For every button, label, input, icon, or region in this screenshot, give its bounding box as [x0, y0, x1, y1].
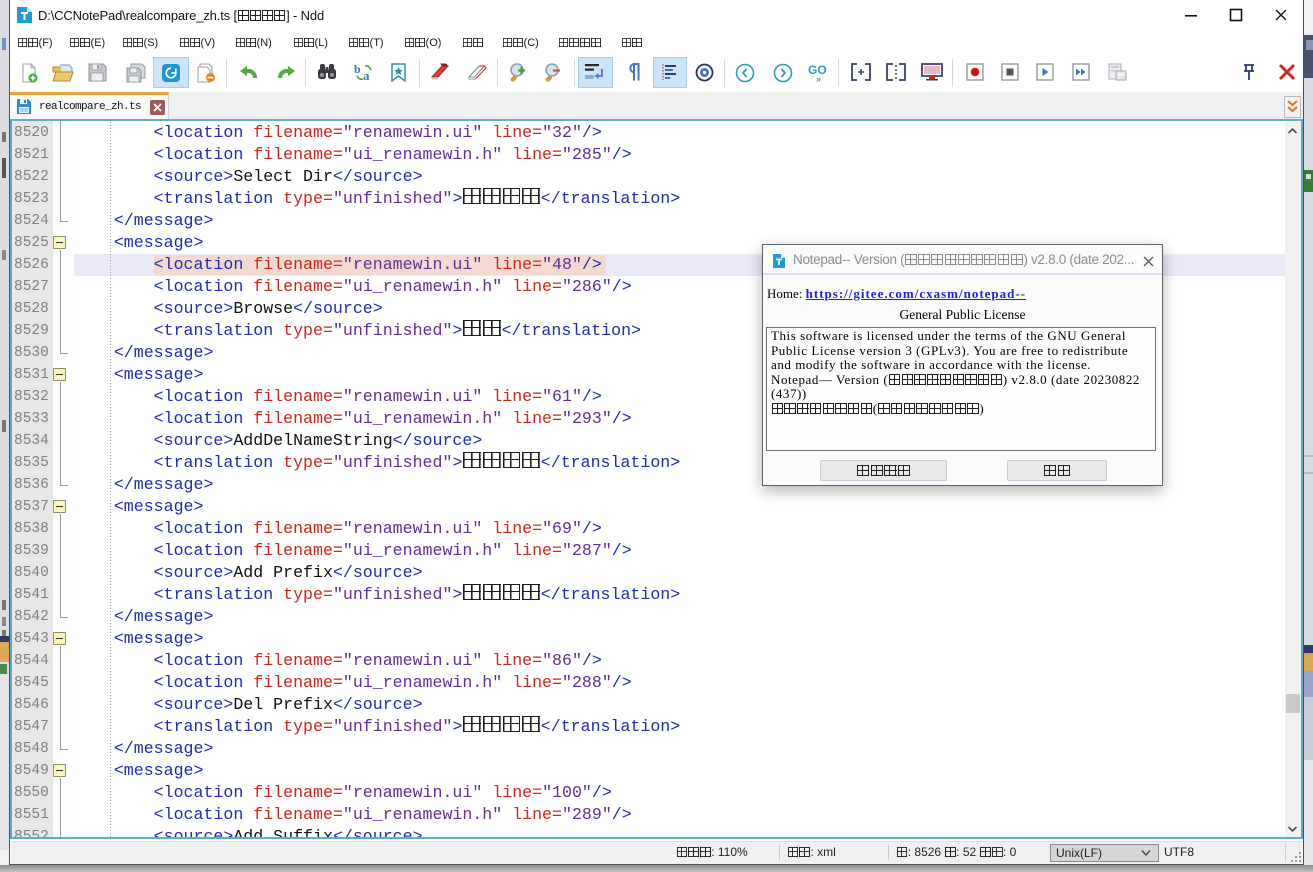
svg-text:»: » [816, 74, 821, 83]
svg-text:b: b [354, 63, 361, 76]
svg-text:a: a [363, 68, 370, 82]
